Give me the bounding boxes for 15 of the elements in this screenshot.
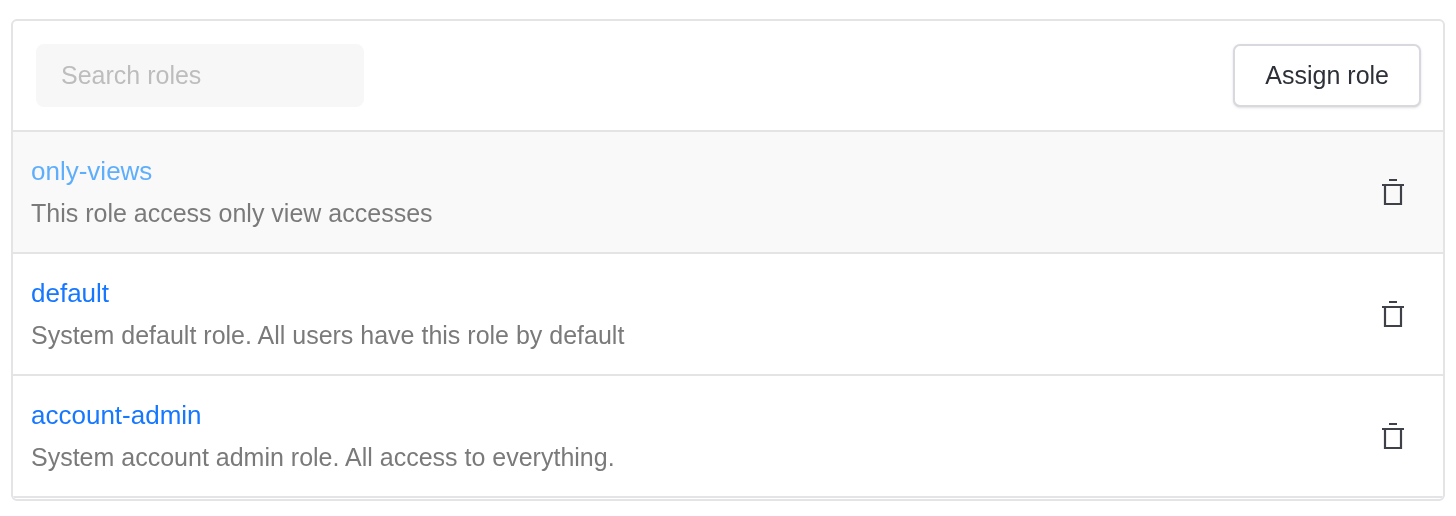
role-name-link[interactable]: default	[31, 277, 110, 309]
role-name-link[interactable]: account-admin	[31, 399, 202, 431]
assign-role-button[interactable]: Assign role	[1233, 44, 1421, 107]
role-description: System account admin role. All access to everything.	[31, 442, 615, 473]
delete-button[interactable]	[1379, 421, 1407, 451]
trash-icon	[1381, 300, 1405, 328]
delete-button[interactable]	[1379, 299, 1407, 329]
trash-icon	[1381, 422, 1405, 450]
search-field[interactable]: Search roles	[36, 44, 364, 107]
role-description: This role access only view accesses	[31, 198, 433, 229]
trash-icon	[1381, 178, 1405, 206]
delete-button[interactable]	[1379, 177, 1407, 207]
role-row[interactable]: only-views This role access only view accesses	[13, 132, 1443, 254]
role-name-link[interactable]: only-views	[31, 155, 153, 187]
role-description: System default role. All users have this role by default	[31, 320, 625, 351]
